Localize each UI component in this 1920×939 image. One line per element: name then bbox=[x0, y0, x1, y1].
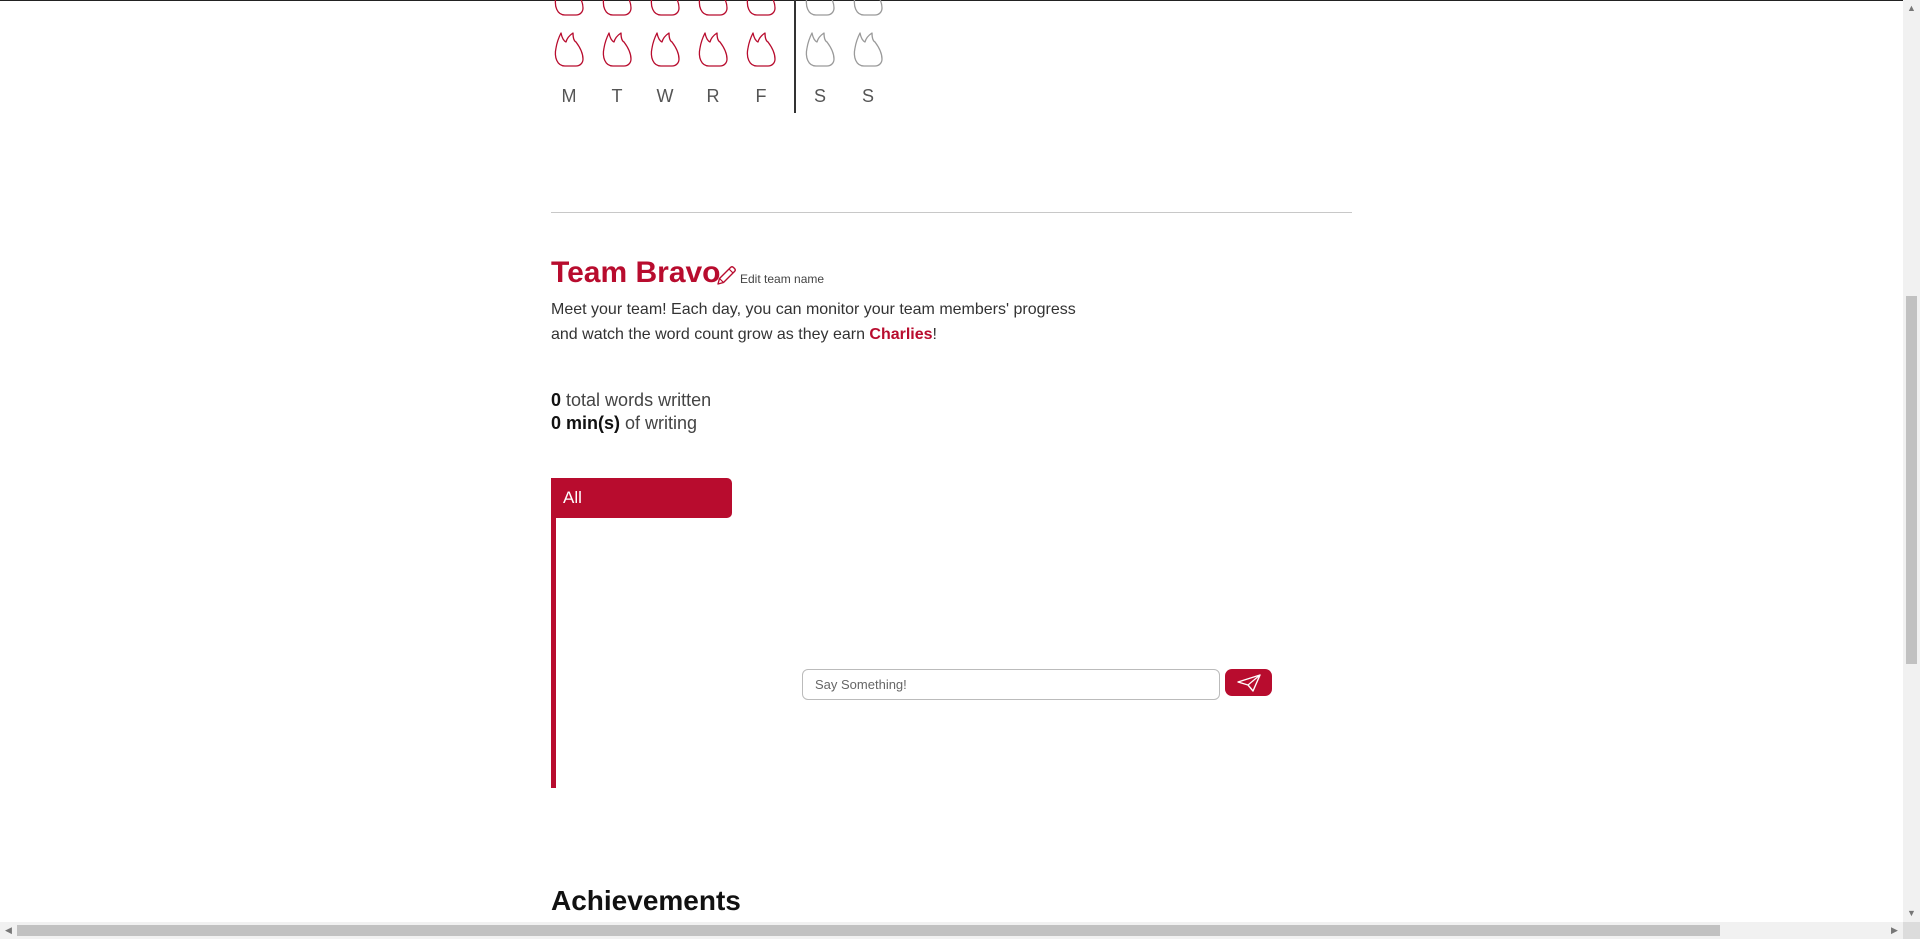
total-words-label: total words written bbox=[566, 390, 712, 410]
writing-minutes-stat: 0 min(s) of writing bbox=[551, 413, 697, 434]
intro-text: Meet your team! Each day, you can monito… bbox=[551, 301, 1076, 343]
charlies-brand-text: Charlies bbox=[869, 326, 933, 343]
total-words-value: 0 bbox=[551, 390, 562, 410]
charlie-wing-icon bbox=[695, 29, 731, 69]
total-words-stat: 0 total words written bbox=[551, 390, 711, 411]
send-message-button[interactable] bbox=[1225, 669, 1272, 696]
window-top-edge bbox=[0, 0, 1920, 1]
day-label: M bbox=[561, 86, 577, 106]
charlie-wing-icon bbox=[743, 29, 779, 69]
scroll-left-arrow-icon[interactable]: ◀ bbox=[0, 922, 17, 939]
charlie-wing-icon bbox=[802, 29, 838, 69]
writing-minutes-value: 0 min(s) bbox=[551, 413, 621, 433]
charlie-wing-icon bbox=[850, 0, 886, 18]
vertical-scroll-thumb[interactable] bbox=[1906, 296, 1917, 664]
charlie-wing-icon bbox=[551, 29, 587, 69]
weekend-divider bbox=[794, 0, 796, 113]
charlie-wing-icon bbox=[647, 29, 683, 69]
charlie-wing-icon bbox=[695, 0, 731, 18]
member-tabs-rail bbox=[551, 478, 556, 788]
scroll-down-arrow-icon[interactable]: ▼ bbox=[1903, 905, 1920, 922]
tab-all-members[interactable]: All bbox=[551, 478, 732, 518]
section-separator bbox=[551, 212, 1352, 213]
writing-minutes-label: of writing bbox=[625, 413, 698, 433]
team-intro-text: Meet your team! Each day, you can monito… bbox=[551, 297, 1091, 347]
charlie-wing-icon bbox=[599, 0, 635, 18]
day-label: R bbox=[706, 86, 720, 106]
charlie-wing-icon bbox=[647, 0, 683, 18]
scroll-up-arrow-icon[interactable]: ▲ bbox=[1903, 0, 1920, 17]
team-name-heading: Team Bravo bbox=[551, 256, 721, 289]
horizontal-scroll-thumb[interactable] bbox=[17, 925, 1720, 936]
scroll-right-arrow-icon[interactable]: ▶ bbox=[1886, 922, 1903, 939]
edit-team-name-label: Edit team name bbox=[740, 272, 825, 286]
weekly-progress-grid: MTWRFSS bbox=[551, 0, 901, 115]
charlie-wing-icon bbox=[743, 0, 779, 18]
charlie-wing-icon bbox=[850, 29, 886, 69]
edit-team-name-button[interactable]: Edit team name bbox=[714, 264, 824, 288]
charlie-wing-icon bbox=[802, 0, 838, 18]
day-label: F bbox=[755, 86, 767, 106]
chat-message-input[interactable] bbox=[802, 669, 1220, 700]
pencil-icon bbox=[714, 264, 738, 288]
day-label: S bbox=[861, 86, 874, 106]
paper-plane-icon bbox=[1236, 673, 1261, 692]
intro-end: ! bbox=[932, 326, 937, 343]
achievements-heading: Achievements bbox=[551, 885, 741, 916]
day-label: S bbox=[813, 86, 826, 106]
scrollbar-corner bbox=[1903, 922, 1920, 939]
day-label: W bbox=[656, 86, 674, 106]
day-label: T bbox=[611, 86, 623, 106]
charlie-wing-icon bbox=[599, 29, 635, 69]
charlie-wing-icon bbox=[551, 0, 587, 18]
